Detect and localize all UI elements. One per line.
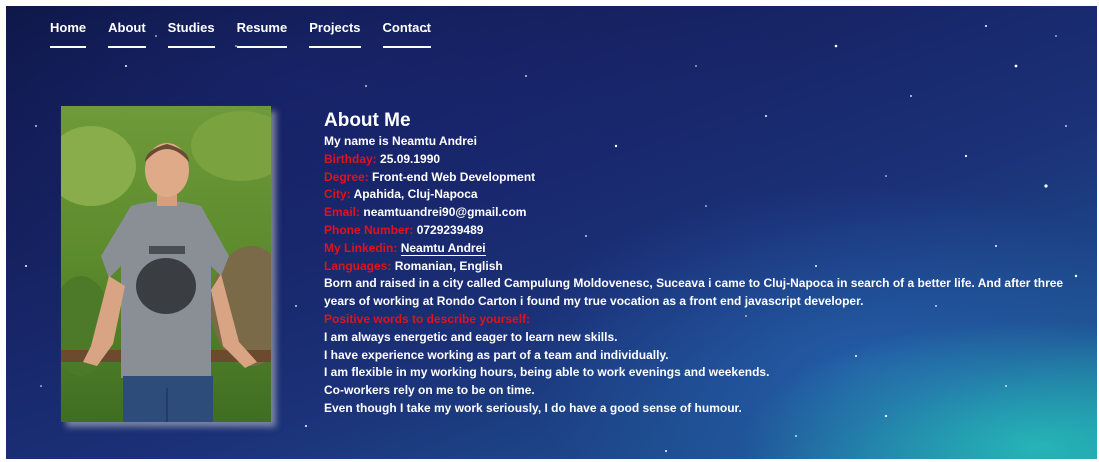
page-background: Home About Studies Resume Projects Conta… xyxy=(6,6,1097,459)
linkedin-label: My Linkedin: xyxy=(324,240,398,255)
city-label: City: xyxy=(324,187,351,202)
nav-contact-link[interactable]: Contact xyxy=(382,20,431,48)
birthday-value: 25.09.1990 xyxy=(380,151,441,166)
intro-line: My name is Neamtu Andrei xyxy=(324,134,477,148)
about-title: About Me xyxy=(324,110,411,131)
nav-home-link[interactable]: Home xyxy=(50,20,87,48)
nav-projects-link[interactable]: Projects xyxy=(309,20,361,48)
degree-value: Front-end Web Development xyxy=(372,169,536,184)
languages-label: Languages: xyxy=(324,258,392,273)
city-value: Apahida, Cluj-Napoca xyxy=(353,187,478,202)
bio-paragraph: Born and raised in a city called Campulu… xyxy=(324,276,1064,309)
birthday-label: Birthday: xyxy=(324,151,377,166)
profile-photo xyxy=(61,106,271,422)
city-row: City: Apahida, Cluj-Napoca xyxy=(324,186,1096,204)
degree-row: Degree: Front-end Web Development xyxy=(324,169,1096,187)
email-value: neamtuandrei90@gmail.com xyxy=(363,205,527,220)
phone-label: Phone Number: xyxy=(324,222,414,237)
positive-item: I am always energetic and eager to learn… xyxy=(324,329,618,344)
about-section: About Me My name is Neamtu Andrei Birthd… xyxy=(324,109,1096,418)
positive-item: Co-workers rely on me to be on time. xyxy=(324,383,535,398)
positive-item: I have experience working as part of a t… xyxy=(324,347,669,362)
languages-value: Romanian, English xyxy=(394,258,503,273)
positive-item: Even though I take my work seriously, I … xyxy=(324,400,742,415)
phone-row: Phone Number: 0729239489 xyxy=(324,222,1096,240)
nav-about-link[interactable]: About xyxy=(108,20,146,48)
languages-row: Languages: Romanian, English xyxy=(324,258,1096,276)
degree-label: Degree: xyxy=(324,169,369,184)
birthday-row: Birthday: 25.09.1990 xyxy=(324,151,1096,169)
linkedin-link[interactable]: Neamtu Andrei xyxy=(400,240,486,256)
nav-resume-link[interactable]: Resume xyxy=(236,20,288,48)
phone-value: 0729239489 xyxy=(416,222,484,237)
positive-words-heading: Positive words to describe yourself: xyxy=(324,311,531,326)
positive-item: I am flexible in my working hours, being… xyxy=(324,365,770,380)
linkedin-row: My Linkedin: Neamtu Andrei xyxy=(324,240,1096,258)
top-navigation: Home About Studies Resume Projects Conta… xyxy=(50,20,453,48)
nav-studies-link[interactable]: Studies xyxy=(167,20,215,48)
email-row: Email: neamtuandrei90@gmail.com xyxy=(324,204,1096,222)
email-label: Email: xyxy=(324,205,361,220)
